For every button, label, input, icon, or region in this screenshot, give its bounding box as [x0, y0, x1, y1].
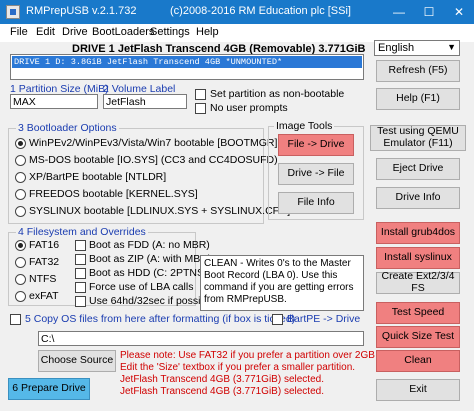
override-64hd-label: Use 64hd/32sec if possible	[89, 295, 215, 307]
menu-edit[interactable]: Edit	[36, 26, 55, 38]
file-to-drive-button[interactable]: File -> Drive	[278, 134, 354, 156]
bootloader-radio-ntldr[interactable]	[15, 172, 26, 183]
bootloader-radio-msdos[interactable]	[15, 155, 26, 166]
override-hdd-checkbox[interactable]	[75, 268, 86, 279]
file-info-button[interactable]: File Info	[278, 192, 354, 214]
no-prompts-checkbox[interactable]	[195, 103, 206, 114]
test-qemu-button[interactable]: Test using QEMU Emulator (F11)	[370, 125, 466, 151]
prepare-drive-button[interactable]: 6 Prepare Drive	[8, 378, 90, 400]
override-hdd-label: Boot as HDD (C: 2PTNS)	[89, 267, 208, 279]
bootloader-group-title: 3 Bootloader Options	[16, 122, 119, 134]
maximize-icon[interactable]: ☐	[414, 0, 444, 24]
bootloader-radio-freedos[interactable]	[15, 189, 26, 200]
clean-button[interactable]: Clean	[376, 350, 460, 372]
quick-size-test-button[interactable]: Quick Size Test	[376, 326, 460, 348]
bootloader-option-syslinux: SYSLINUX bootable [LDLINUX.SYS + SYSLINU…	[29, 205, 291, 217]
menu-file[interactable]: File	[10, 26, 28, 38]
fs-radio-fat32[interactable]	[15, 257, 26, 268]
message-line: Please note: Use FAT32 if you prefer a p…	[120, 350, 409, 361]
bootloader-option-ntldr: XP/BartPE bootable [NTLDR]	[29, 171, 167, 183]
install-grub4dos-button[interactable]: Install grub4dos	[376, 222, 460, 244]
filesystem-group-title: 4 Filesystem and Overrides	[16, 226, 148, 238]
window-title: RMPrepUSB v.2.1.732	[26, 5, 137, 17]
drive-list[interactable]: DRIVE 1 D: 3.8GiB JetFlash Transcend 4GB…	[10, 54, 364, 80]
title-bar: RMPrepUSB v.2.1.732 (c)2008-2016 RM Educ…	[0, 0, 474, 24]
bootloader-option-msdos: MS-DOS bootable [IO.SYS] (CC3 and CC4DOS…	[29, 154, 278, 166]
override-fdd-label: Boot as FDD (A: no MBR)	[89, 239, 210, 251]
volume-label-input[interactable]: JetFlash	[103, 94, 187, 109]
fs-radio-fat16[interactable]	[15, 240, 26, 251]
image-tools-title: Image Tools	[274, 120, 335, 132]
create-ext-button[interactable]: Create Ext2/3/4 FS	[376, 271, 460, 294]
copy-os-label: 5 Copy OS files from here after formatti…	[25, 313, 296, 325]
fs-label-fat32: FAT32	[29, 256, 60, 268]
messages-area: Please note: Use FAT32 if you prefer a p…	[120, 350, 409, 410]
partition-size-input[interactable]: MAX	[10, 94, 98, 109]
exit-button[interactable]: Exit	[376, 379, 460, 401]
fs-label-exfat: exFAT	[29, 290, 59, 302]
message-line: JetFlash Transcend 4GB (3.771GiB) select…	[120, 386, 324, 397]
info-text-box: CLEAN - Writes 0's to the Master Boot Re…	[200, 255, 364, 311]
fs-radio-exfat[interactable]	[15, 291, 26, 302]
chevron-down-icon: ▼	[447, 42, 456, 52]
fs-label-ntfs: NTFS	[29, 273, 57, 285]
menu-drive[interactable]: Drive	[62, 26, 88, 38]
menu-settings[interactable]: Settings	[150, 26, 190, 38]
app-icon	[6, 5, 20, 19]
override-fdd-checkbox[interactable]	[75, 240, 86, 251]
test-speed-button[interactable]: Test Speed	[376, 302, 460, 324]
fs-label-fat16: FAT16	[29, 239, 60, 251]
bartpe-checkbox[interactable]	[272, 314, 283, 325]
bootloader-option-freedos: FREEDOS bootable [KERNEL.SYS]	[29, 188, 198, 200]
drive-info-button[interactable]: Drive Info	[376, 187, 460, 209]
copy-os-checkbox[interactable]	[10, 314, 21, 325]
override-zip-label: Boot as ZIP (A: with MBR)	[89, 253, 212, 265]
eject-drive-button[interactable]: Eject Drive	[376, 158, 460, 180]
non-bootable-label: Set partition as non-bootable	[210, 88, 345, 100]
source-path-input[interactable]: C:\	[38, 331, 364, 346]
choose-source-button[interactable]: Choose Source	[38, 350, 116, 372]
refresh-button[interactable]: Refresh (F5)	[376, 60, 460, 82]
close-icon[interactable]: ✕	[444, 0, 474, 24]
bartpe-label: BartPE -> Drive	[287, 313, 361, 325]
override-lba-label: Force use of LBA calls	[89, 281, 194, 293]
menu-bootloaders[interactable]: BootLoaders	[92, 26, 154, 38]
bootloader-radio-syslinux[interactable]	[15, 206, 26, 217]
no-prompts-label: No user prompts	[210, 102, 288, 114]
drive-list-item[interactable]: DRIVE 1 D: 3.8GiB JetFlash Transcend 4GB…	[12, 56, 362, 68]
override-lba-checkbox[interactable]	[75, 282, 86, 293]
language-select[interactable]: English ▼	[374, 40, 460, 56]
bootloader-option-bootmgr: WinPEv2/WinPEv3/Vista/Win7 bootable [BOO…	[29, 137, 309, 149]
message-line: Edit the 'Size' textbox if you prefer a …	[120, 362, 356, 373]
window-copyright: (c)2008-2016 RM Education plc [SSi]	[170, 5, 351, 17]
override-zip-checkbox[interactable]	[75, 254, 86, 265]
fs-radio-ntfs[interactable]	[15, 274, 26, 285]
bootloader-radio-bootmgr[interactable]	[15, 138, 26, 149]
minimize-icon[interactable]: —	[384, 0, 414, 24]
override-64hd-checkbox[interactable]	[75, 296, 86, 307]
language-value: English	[378, 42, 415, 54]
drive-to-file-button[interactable]: Drive -> File	[278, 163, 354, 185]
install-syslinux-button[interactable]: Install syslinux	[376, 247, 460, 269]
help-button[interactable]: Help (F1)	[376, 88, 460, 110]
message-line: JetFlash Transcend 4GB (3.771GiB) select…	[120, 374, 324, 385]
non-bootable-checkbox[interactable]	[195, 89, 206, 100]
menu-help[interactable]: Help	[196, 26, 219, 38]
